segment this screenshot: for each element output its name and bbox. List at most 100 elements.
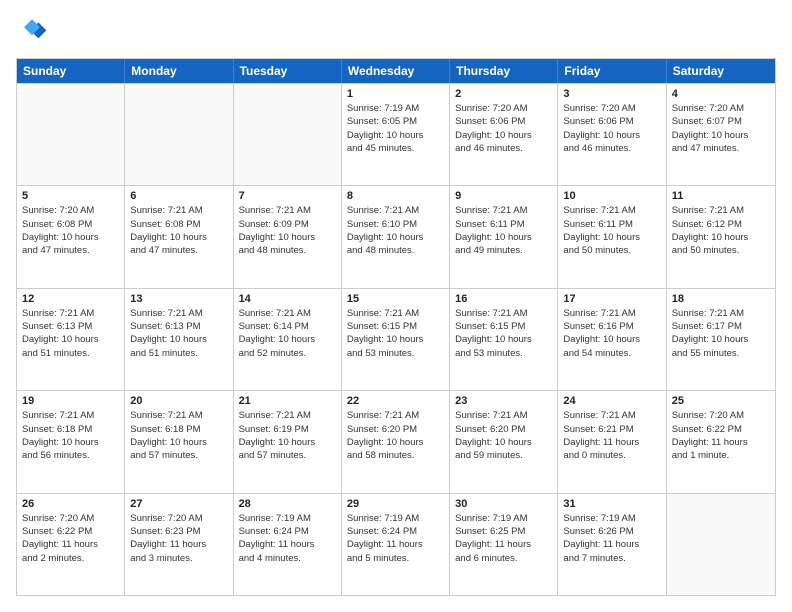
day-info: Sunrise: 7:20 AM Sunset: 6:06 PM Dayligh…	[563, 102, 660, 155]
day-number: 26	[22, 498, 119, 510]
day-cell: 4 Sunrise: 7:20 AM Sunset: 6:07 PM Daylig…	[667, 84, 775, 185]
day-info: Sunrise: 7:21 AM Sunset: 6:14 PM Dayligh…	[239, 307, 336, 360]
day-info: Sunrise: 7:19 AM Sunset: 6:26 PM Dayligh…	[563, 512, 660, 565]
calendar-week-row: 5 Sunrise: 7:20 AM Sunset: 6:08 PM Daylig…	[17, 185, 775, 287]
day-number: 15	[347, 293, 444, 305]
calendar-body: 1 Sunrise: 7:19 AM Sunset: 6:05 PM Daylig…	[17, 83, 775, 595]
day-number: 11	[672, 190, 770, 202]
day-number: 12	[22, 293, 119, 305]
day-number: 27	[130, 498, 227, 510]
day-cell: 11 Sunrise: 7:21 AM Sunset: 6:12 PM Dayli…	[667, 186, 775, 287]
weekday-header: Wednesday	[342, 59, 450, 83]
day-info: Sunrise: 7:21 AM Sunset: 6:13 PM Dayligh…	[22, 307, 119, 360]
day-cell: 2 Sunrise: 7:20 AM Sunset: 6:06 PM Daylig…	[450, 84, 558, 185]
day-number: 2	[455, 88, 552, 100]
day-info: Sunrise: 7:21 AM Sunset: 6:09 PM Dayligh…	[239, 204, 336, 257]
page: SundayMondayTuesdayWednesdayThursdayFrid…	[0, 0, 792, 612]
day-cell: 28 Sunrise: 7:19 AM Sunset: 6:24 PM Dayli…	[234, 494, 342, 595]
day-cell: 31 Sunrise: 7:19 AM Sunset: 6:26 PM Dayli…	[558, 494, 666, 595]
day-info: Sunrise: 7:21 AM Sunset: 6:17 PM Dayligh…	[672, 307, 770, 360]
day-number: 19	[22, 395, 119, 407]
header	[16, 16, 776, 48]
day-cell: 21Sunrise: 7:21 AM Sunset: 6:19 PM Dayli…	[234, 391, 342, 492]
day-cell: 19 Sunrise: 7:21 AM Sunset: 6:18 PM Dayli…	[17, 391, 125, 492]
logo-icon	[16, 16, 48, 48]
day-info: Sunrise: 7:20 AM Sunset: 6:06 PM Dayligh…	[455, 102, 552, 155]
day-info: Sunrise: 7:20 AM Sunset: 6:22 PM Dayligh…	[22, 512, 119, 565]
day-number: 6	[130, 190, 227, 202]
day-number: 24	[563, 395, 660, 407]
weekday-header: Saturday	[667, 59, 775, 83]
day-number: 7	[239, 190, 336, 202]
day-info: Sunrise: 7:19 AM Sunset: 6:24 PM Dayligh…	[347, 512, 444, 565]
day-cell: 15Sunrise: 7:21 AM Sunset: 6:15 PM Dayli…	[342, 289, 450, 390]
empty-day-cell	[667, 494, 775, 595]
day-number: 17	[563, 293, 660, 305]
day-cell: 23Sunrise: 7:21 AM Sunset: 6:20 PM Dayli…	[450, 391, 558, 492]
day-info: Sunrise: 7:19 AM Sunset: 6:05 PM Dayligh…	[347, 102, 444, 155]
day-cell: 13 Sunrise: 7:21 AM Sunset: 6:13 PM Dayli…	[125, 289, 233, 390]
day-info: Sunrise: 7:21 AM Sunset: 6:16 PM Dayligh…	[563, 307, 660, 360]
day-number: 30	[455, 498, 552, 510]
day-number: 1	[347, 88, 444, 100]
day-cell: 3 Sunrise: 7:20 AM Sunset: 6:06 PM Daylig…	[558, 84, 666, 185]
day-number: 18	[672, 293, 770, 305]
day-cell: 9 Sunrise: 7:21 AM Sunset: 6:11 PM Daylig…	[450, 186, 558, 287]
day-cell: 22Sunrise: 7:21 AM Sunset: 6:20 PM Dayli…	[342, 391, 450, 492]
day-cell: 29 Sunrise: 7:19 AM Sunset: 6:24 PM Dayli…	[342, 494, 450, 595]
weekday-header: Friday	[558, 59, 666, 83]
calendar-header-row: SundayMondayTuesdayWednesdayThursdayFrid…	[17, 59, 775, 83]
day-info: Sunrise: 7:19 AM Sunset: 6:25 PM Dayligh…	[455, 512, 552, 565]
day-cell: 17 Sunrise: 7:21 AM Sunset: 6:16 PM Dayli…	[558, 289, 666, 390]
day-number: 4	[672, 88, 770, 100]
day-cell: 8Sunrise: 7:21 AM Sunset: 6:10 PM Daylig…	[342, 186, 450, 287]
calendar-week-row: 12 Sunrise: 7:21 AM Sunset: 6:13 PM Dayli…	[17, 288, 775, 390]
day-cell: 24 Sunrise: 7:21 AM Sunset: 6:21 PM Dayli…	[558, 391, 666, 492]
day-cell: 30 Sunrise: 7:19 AM Sunset: 6:25 PM Dayli…	[450, 494, 558, 595]
day-info: Sunrise: 7:21 AM Sunset: 6:13 PM Dayligh…	[130, 307, 227, 360]
day-number: 3	[563, 88, 660, 100]
day-info: Sunrise: 7:21 AM Sunset: 6:19 PM Dayligh…	[239, 409, 336, 462]
weekday-header: Sunday	[17, 59, 125, 83]
day-cell: 6 Sunrise: 7:21 AM Sunset: 6:08 PM Daylig…	[125, 186, 233, 287]
day-info: Sunrise: 7:21 AM Sunset: 6:15 PM Dayligh…	[455, 307, 552, 360]
day-number: 16	[455, 293, 552, 305]
day-info: Sunrise: 7:21 AM Sunset: 6:21 PM Dayligh…	[563, 409, 660, 462]
day-number: 10	[563, 190, 660, 202]
day-number: 9	[455, 190, 552, 202]
day-cell: 14 Sunrise: 7:21 AM Sunset: 6:14 PM Dayli…	[234, 289, 342, 390]
day-number: 29	[347, 498, 444, 510]
day-number: 23	[455, 395, 552, 407]
day-info: Sunrise: 7:21 AM Sunset: 6:08 PM Dayligh…	[130, 204, 227, 257]
day-cell: 25 Sunrise: 7:20 AM Sunset: 6:22 PM Dayli…	[667, 391, 775, 492]
weekday-header: Thursday	[450, 59, 558, 83]
empty-day-cell	[234, 84, 342, 185]
day-cell: 7 Sunrise: 7:21 AM Sunset: 6:09 PM Daylig…	[234, 186, 342, 287]
day-info: Sunrise: 7:21 AM Sunset: 6:18 PM Dayligh…	[22, 409, 119, 462]
day-info: Sunrise: 7:21 AM Sunset: 6:11 PM Dayligh…	[455, 204, 552, 257]
day-number: 28	[239, 498, 336, 510]
day-cell: 18 Sunrise: 7:21 AM Sunset: 6:17 PM Dayli…	[667, 289, 775, 390]
day-number: 25	[672, 395, 770, 407]
day-number: 20	[130, 395, 227, 407]
weekday-header: Monday	[125, 59, 233, 83]
day-info: Sunrise: 7:20 AM Sunset: 6:22 PM Dayligh…	[672, 409, 770, 462]
day-info: Sunrise: 7:21 AM Sunset: 6:12 PM Dayligh…	[672, 204, 770, 257]
day-cell: 1 Sunrise: 7:19 AM Sunset: 6:05 PM Daylig…	[342, 84, 450, 185]
day-number: 31	[563, 498, 660, 510]
day-cell: 5 Sunrise: 7:20 AM Sunset: 6:08 PM Daylig…	[17, 186, 125, 287]
day-cell: 27 Sunrise: 7:20 AM Sunset: 6:23 PM Dayli…	[125, 494, 233, 595]
day-cell: 26 Sunrise: 7:20 AM Sunset: 6:22 PM Dayli…	[17, 494, 125, 595]
day-info: Sunrise: 7:20 AM Sunset: 6:08 PM Dayligh…	[22, 204, 119, 257]
calendar: SundayMondayTuesdayWednesdayThursdayFrid…	[16, 58, 776, 596]
day-number: 13	[130, 293, 227, 305]
day-info: Sunrise: 7:20 AM Sunset: 6:23 PM Dayligh…	[130, 512, 227, 565]
day-info: Sunrise: 7:20 AM Sunset: 6:07 PM Dayligh…	[672, 102, 770, 155]
day-info: Sunrise: 7:21 AM Sunset: 6:18 PM Dayligh…	[130, 409, 227, 462]
day-number: 14	[239, 293, 336, 305]
day-number: 22	[347, 395, 444, 407]
empty-day-cell	[17, 84, 125, 185]
logo	[16, 16, 52, 48]
day-number: 5	[22, 190, 119, 202]
day-info: Sunrise: 7:19 AM Sunset: 6:24 PM Dayligh…	[239, 512, 336, 565]
